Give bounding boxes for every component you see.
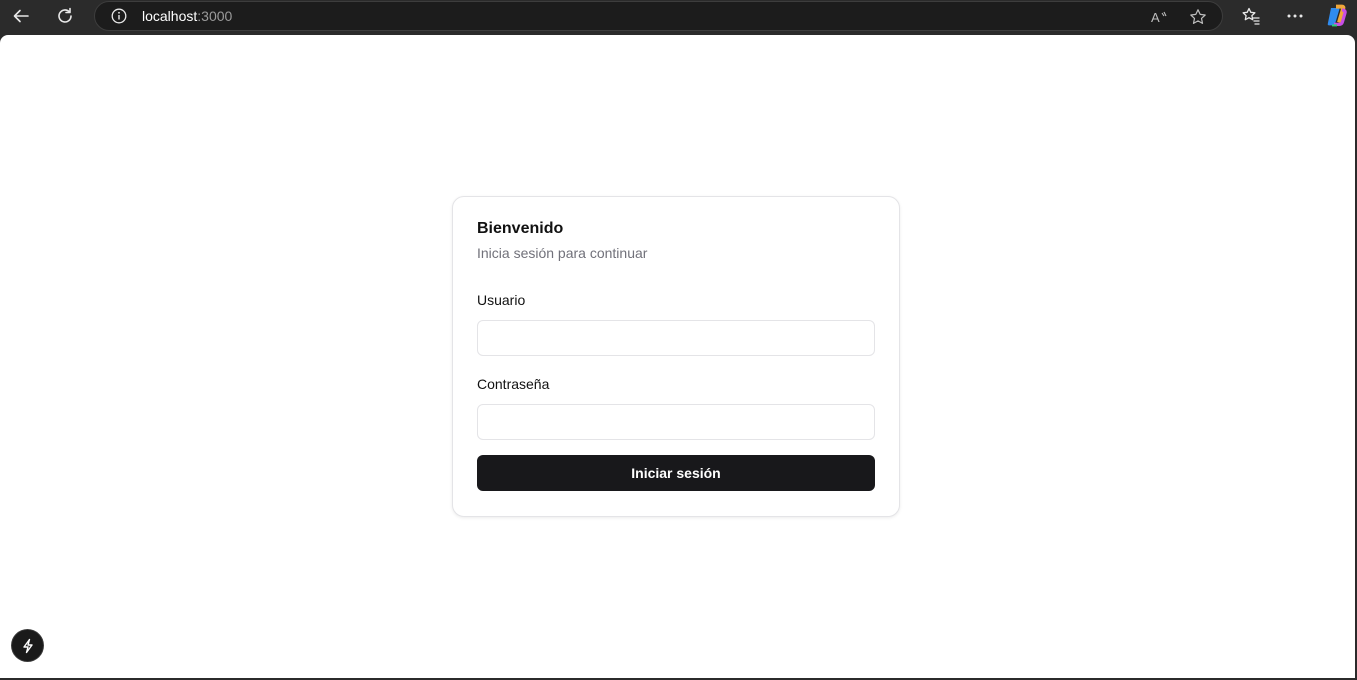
url-host: localhost <box>142 8 198 24</box>
login-button[interactable]: Iniciar sesión <box>477 455 875 491</box>
lightning-icon[interactable] <box>12 630 43 661</box>
login-subtitle: Inicia sesión para continuar <box>477 245 648 261</box>
login-title: Bienvenido <box>477 220 564 237</box>
back-arrow-icon[interactable] <box>7 2 35 30</box>
svg-text:A: A <box>1151 10 1160 25</box>
password-input[interactable] <box>477 404 875 440</box>
more-icon[interactable] <box>1281 2 1309 30</box>
browser-toolbar: localhost:3000 A <box>0 0 1357 32</box>
url-text[interactable]: localhost:3000 <box>142 8 232 24</box>
copilot-icon[interactable] <box>1323 2 1351 30</box>
address-bar[interactable]: localhost:3000 A <box>94 1 1223 31</box>
login-card: Bienvenido Inicia sesión para continuar … <box>452 196 900 517</box>
refresh-icon[interactable] <box>51 2 79 30</box>
username-input[interactable] <box>477 320 875 356</box>
star-icon[interactable] <box>1187 6 1209 28</box>
read-aloud-icon[interactable]: A <box>1148 6 1170 28</box>
password-label: Contraseña <box>477 376 550 392</box>
page-viewport: Bienvenido Inicia sesión para continuar … <box>0 35 1355 678</box>
favorites-icon[interactable] <box>1237 2 1265 30</box>
info-icon[interactable] <box>111 8 127 24</box>
url-port: :3000 <box>197 8 233 24</box>
username-label: Usuario <box>477 292 526 308</box>
